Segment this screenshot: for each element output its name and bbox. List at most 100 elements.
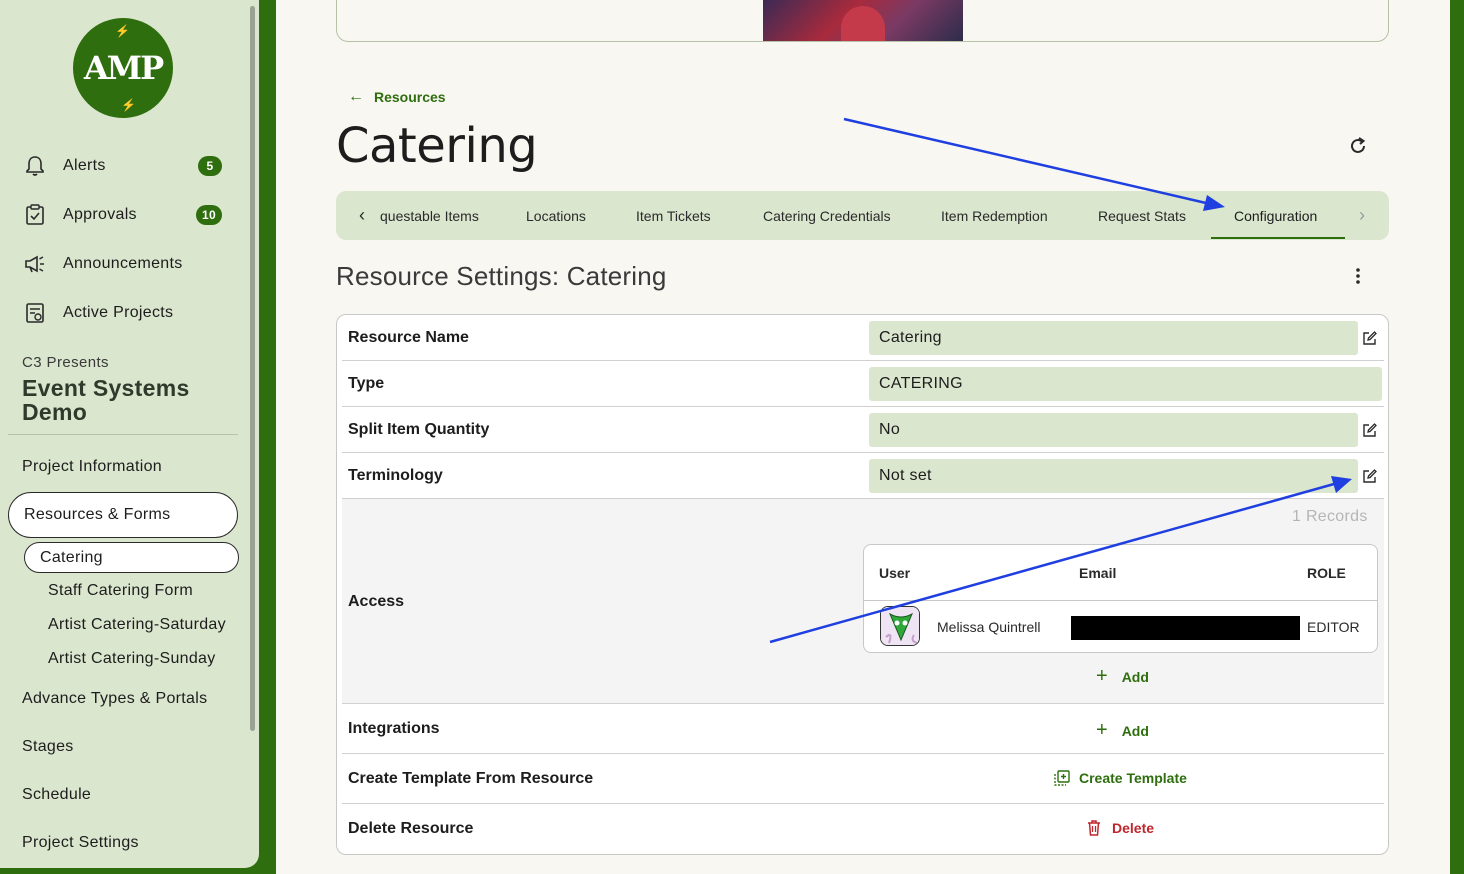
access-table: User Email ROLE Melissa Quintrell EDITOR <box>863 544 1378 653</box>
edit-icon[interactable] <box>1359 466 1379 486</box>
resource-name-value: Catering <box>869 321 1358 355</box>
tab-request-stats[interactable]: Request Stats <box>1098 191 1186 240</box>
trash-icon <box>1087 820 1101 836</box>
spark-icon: ⚡ <box>121 98 136 112</box>
bell-icon <box>22 155 48 177</box>
menu-stages[interactable]: Stages <box>22 738 74 756</box>
alerts-count-badge: 5 <box>198 156 222 176</box>
menu-resources-forms[interactable]: Resources & Forms <box>8 492 238 538</box>
nav-approvals[interactable]: Approvals 10 <box>22 200 232 230</box>
setting-row-resource-name: Resource Name Catering <box>342 315 1384 361</box>
project-org: C3 Presents <box>22 354 109 371</box>
back-link-label: Resources <box>374 89 446 105</box>
tabs-scroll-left-icon[interactable]: ‹ <box>350 203 374 227</box>
tab-configuration[interactable]: Configuration <box>1234 191 1317 240</box>
setting-label: Type <box>348 375 385 392</box>
nav-active-projects-label: Active Projects <box>63 304 174 321</box>
menu-catering-label: Catering <box>40 548 103 566</box>
tab-item-tickets[interactable]: Item Tickets <box>636 191 711 240</box>
menu-schedule[interactable]: Schedule <box>22 786 91 804</box>
add-integration-button[interactable]: + Add <box>1096 719 1149 742</box>
tab-catering-credentials[interactable]: Catering Credentials <box>763 191 891 240</box>
logo-text: AMP <box>83 49 164 87</box>
terminology-value: Not set <box>869 459 1358 493</box>
delete-label: Delete <box>1112 820 1155 836</box>
delete-resource-button[interactable]: Delete <box>1087 820 1154 836</box>
resource-settings-card: Resource Name Catering Type CATERING Spl… <box>336 314 1389 855</box>
nav-announcements-label: Announcements <box>63 255 183 272</box>
setting-label: Delete Resource <box>348 820 474 837</box>
nav-alerts[interactable]: Alerts 5 <box>22 151 232 181</box>
setting-label: Access <box>348 593 405 610</box>
project-list-icon <box>22 302 48 324</box>
menu-advance-types[interactable]: Advance Types & Portals <box>22 690 207 708</box>
add-access-label: Add <box>1121 668 1149 685</box>
setting-row-type: Type CATERING <box>342 361 1384 407</box>
edit-icon[interactable] <box>1359 328 1379 348</box>
nav-announcements[interactable]: Announcements <box>22 249 232 279</box>
records-count: 1 Records <box>1292 508 1368 525</box>
app-frame-right <box>1450 0 1464 874</box>
setting-row-split-quantity: Split Item Quantity No <box>342 407 1384 453</box>
type-value: CATERING <box>869 367 1382 401</box>
create-template-label: Create Template <box>1079 770 1187 786</box>
tabs-scroll-right-icon[interactable]: › <box>1350 203 1374 227</box>
sidebar-scrollbar[interactable] <box>250 6 255 731</box>
refresh-icon[interactable] <box>1346 134 1370 158</box>
setting-row-terminology: Terminology Not set <box>342 453 1384 499</box>
split-quantity-value: No <box>869 413 1358 447</box>
sidebar-divider <box>8 434 238 435</box>
cover-image-figure <box>841 6 885 41</box>
user-name: Melissa Quintrell <box>937 619 1041 635</box>
column-header-user: User <box>879 565 911 581</box>
arrow-left-icon: ← <box>348 88 364 105</box>
copy-template-icon <box>1054 770 1070 786</box>
back-to-resources-link[interactable]: ← Resources <box>348 88 446 106</box>
tab-locations[interactable]: Locations <box>526 191 586 240</box>
menu-resources-forms-label: Resources & Forms <box>24 506 171 523</box>
clipboard-check-icon <box>22 204 48 226</box>
setting-label: Integrations <box>348 720 440 737</box>
setting-row-create-template: Create Template From Resource Create Tem… <box>342 754 1384 804</box>
menu-project-information[interactable]: Project Information <box>22 458 162 476</box>
active-tab-indicator <box>1211 237 1345 239</box>
page-title: Catering <box>336 118 538 174</box>
amp-logo[interactable]: ⚡ ⚡ AMP <box>73 18 173 118</box>
nav-active-projects[interactable]: Active Projects <box>22 298 232 328</box>
setting-label: Create Template From Resource <box>348 770 594 787</box>
nav-alerts-label: Alerts <box>63 157 106 174</box>
plus-icon: + <box>1096 665 1108 687</box>
tab-item-redemption[interactable]: Item Redemption <box>941 191 1048 240</box>
sidebar: ⚡ ⚡ AMP Alerts 5 Approvals 10 Announceme… <box>0 0 259 868</box>
plus-icon: + <box>1096 719 1108 741</box>
spark-icon: ⚡ <box>115 24 130 38</box>
add-access-button[interactable]: + Add <box>1096 665 1149 688</box>
table-header-divider <box>864 600 1377 601</box>
settings-title: Resource Settings: Catering <box>336 261 667 291</box>
setting-label: Terminology <box>348 467 443 484</box>
create-template-button[interactable]: Create Template <box>1054 770 1187 786</box>
setting-row-access: Access 1 Records User Email ROLE Melissa… <box>342 499 1384 704</box>
menu-artist-catering-saturday[interactable]: Artist Catering-Saturday <box>48 616 228 634</box>
add-integration-label: Add <box>1121 722 1149 739</box>
avatar <box>880 606 920 646</box>
project-name: Event Systems Demo <box>22 375 190 425</box>
nav-approvals-label: Approvals <box>63 206 137 223</box>
more-options-icon[interactable] <box>1346 264 1370 288</box>
edit-icon[interactable] <box>1359 420 1379 440</box>
setting-label: Resource Name <box>348 329 469 346</box>
cover-image <box>763 0 963 41</box>
megaphone-icon <box>22 253 48 275</box>
menu-artist-catering-sunday[interactable]: Artist Catering-Sunday <box>48 650 228 668</box>
setting-row-delete: Delete Resource Delete <box>342 804 1384 854</box>
column-header-role: ROLE <box>1307 565 1346 581</box>
redacted-email <box>1071 616 1300 640</box>
menu-project-settings[interactable]: Project Settings <box>22 834 139 852</box>
tab-requestable-items[interactable]: questable Items <box>380 191 479 240</box>
user-role: EDITOR <box>1307 619 1360 635</box>
setting-label: Split Item Quantity <box>348 421 490 438</box>
menu-staff-catering-form[interactable]: Staff Catering Form <box>48 582 228 600</box>
menu-catering[interactable]: Catering <box>24 542 239 573</box>
column-header-email: Email <box>1079 565 1117 581</box>
approvals-count-badge: 10 <box>196 205 222 225</box>
